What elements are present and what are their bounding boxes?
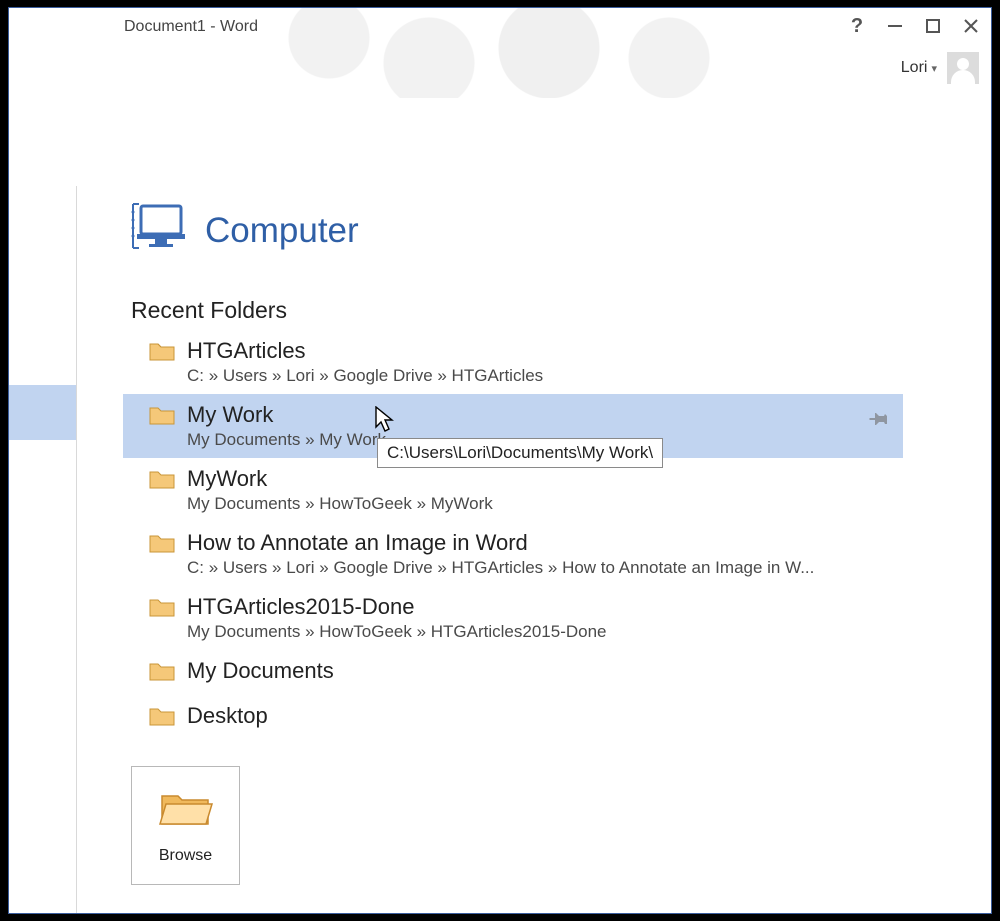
- location-heading-text: Computer: [205, 211, 359, 251]
- close-button[interactable]: [959, 14, 983, 38]
- folder-icon: [149, 532, 175, 559]
- pin-icon[interactable]: [869, 410, 889, 435]
- path-tooltip: C:\Users\Lori\Documents\My Work\: [377, 438, 663, 468]
- avatar: [947, 52, 979, 84]
- folder-icon: [149, 660, 175, 687]
- recent-folder-item[interactable]: How to Annotate an Image in Word C: » Us…: [131, 522, 911, 586]
- computer-icon: [131, 200, 187, 261]
- folder-icon: [149, 705, 175, 732]
- folder-path: C: » Users » Lori » Google Drive » HTGAr…: [187, 558, 903, 578]
- browse-button[interactable]: Browse: [131, 766, 240, 885]
- recent-folder-item[interactable]: My Documents: [131, 650, 911, 695]
- save-panel: Computer Recent Folders HTGArticles C: »…: [76, 186, 973, 913]
- folder-open-icon: [158, 786, 214, 835]
- user-menu[interactable]: Lori ▾: [901, 52, 979, 84]
- folder-name: My Work: [187, 402, 869, 428]
- folder-path: My Documents » HowToGeek » HTGArticles20…: [187, 622, 903, 642]
- folder-name: Desktop: [187, 703, 903, 729]
- help-button[interactable]: ?: [845, 14, 869, 38]
- window-title: Document1 - Word: [124, 18, 258, 36]
- folder-icon: [149, 340, 175, 367]
- folder-icon: [149, 596, 175, 623]
- folder-name: My Documents: [187, 658, 903, 684]
- maximize-button[interactable]: [921, 14, 945, 38]
- recent-folders-label: Recent Folders: [131, 297, 973, 324]
- folder-icon: [149, 468, 175, 495]
- minimize-button[interactable]: [883, 14, 907, 38]
- folder-path: My Documents » HowToGeek » MyWork: [187, 494, 903, 514]
- folder-path: C: » Users » Lori » Google Drive » HTGAr…: [187, 366, 903, 386]
- folder-name: HTGArticles2015-Done: [187, 594, 903, 620]
- title-bar: Document1 - Word ?: [9, 8, 991, 42]
- folder-name: MyWork: [187, 466, 903, 492]
- user-name: Lori: [901, 59, 928, 77]
- browse-label: Browse: [159, 847, 212, 865]
- location-heading: Computer: [131, 200, 973, 261]
- backstage-nav-selected-indicator: [9, 385, 76, 440]
- folder-icon: [149, 404, 175, 431]
- chevron-down-icon: ▾: [931, 62, 937, 75]
- recent-folder-item[interactable]: Desktop: [131, 695, 911, 740]
- recent-folder-item[interactable]: HTGArticles C: » Users » Lori » Google D…: [131, 330, 911, 394]
- folder-name: HTGArticles: [187, 338, 903, 364]
- recent-folder-item[interactable]: HTGArticles2015-Done My Documents » HowT…: [131, 586, 911, 650]
- recent-folders-list: HTGArticles C: » Users » Lori » Google D…: [131, 330, 973, 740]
- folder-name: How to Annotate an Image in Word: [187, 530, 903, 556]
